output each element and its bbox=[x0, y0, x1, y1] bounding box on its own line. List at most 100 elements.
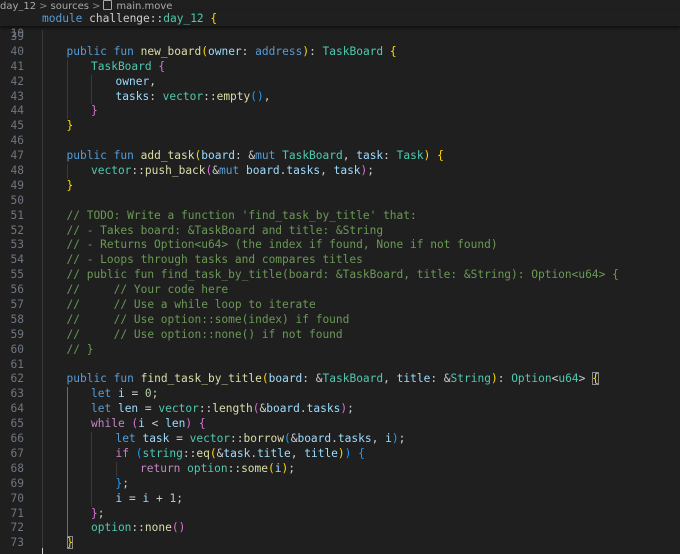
code-text: } bbox=[66, 536, 74, 551]
indent-guide bbox=[42, 59, 43, 75]
sticky-scroll-header[interactable]: 10 module challenge::day_12 { bbox=[0, 11, 680, 40]
module-brace: { bbox=[210, 12, 218, 25]
code-token: ; bbox=[347, 402, 354, 416]
code-line[interactable]: 41 TaskBoard { bbox=[0, 59, 680, 75]
code-text: }; bbox=[91, 507, 105, 522]
line-number: 47 bbox=[10, 149, 24, 163]
code-token: fun bbox=[113, 149, 141, 163]
code-line[interactable]: 48 vector::push_back(&mut board.tasks, ta… bbox=[0, 164, 680, 179]
code-text: // - Loops through tasks and compares ti… bbox=[67, 253, 363, 268]
indent-guide bbox=[42, 253, 43, 269]
line-number: 69 bbox=[10, 476, 24, 490]
code-text: return option::some(i); bbox=[140, 462, 295, 477]
code-line[interactable]: 56 // // Your code here bbox=[0, 283, 680, 299]
code-line[interactable]: 51 // TODO: Write a function 'find_task_b… bbox=[0, 208, 680, 224]
indent-guide bbox=[66, 59, 68, 75]
code-line[interactable]: 43 tasks: vector::empty(), bbox=[0, 89, 680, 105]
code-token: title bbox=[257, 446, 291, 460]
code-line[interactable]: 42 owner, bbox=[0, 74, 680, 90]
code-line[interactable]: 62 public fun find_task_by_title(board: &… bbox=[0, 372, 680, 388]
code-text: } bbox=[91, 104, 98, 119]
code-token: vector bbox=[91, 164, 132, 178]
code-line[interactable]: 52 // - Takes board: &TaskBoard and title… bbox=[0, 223, 680, 239]
code-token: eq bbox=[196, 446, 210, 460]
code-line[interactable]: 66 let task = vector::borrow(&board.tasks… bbox=[0, 432, 680, 447]
code-line[interactable]: 54 // - Loops through tasks and compares … bbox=[0, 253, 680, 269]
code-line[interactable]: 71}; bbox=[0, 506, 680, 522]
code-token: = bbox=[169, 432, 190, 446]
code-line[interactable]: 70 i = i + 1; bbox=[0, 491, 680, 507]
code-token: TaskBoard bbox=[322, 44, 384, 58]
code-token: { bbox=[592, 372, 599, 386]
indent-guide bbox=[66, 417, 68, 433]
code-token: board bbox=[245, 164, 280, 178]
code-line[interactable]: 60 // } bbox=[0, 342, 680, 358]
code-line[interactable]: 69}; bbox=[0, 476, 680, 492]
breadcrumb-folder-sources[interactable]: sources bbox=[51, 1, 89, 11]
indent-guide bbox=[66, 476, 68, 492]
code-token: { bbox=[198, 417, 206, 431]
code-token: String bbox=[450, 372, 491, 386]
indent-guide bbox=[91, 446, 92, 462]
code-line[interactable]: 55 // public fun find_task_by_title(board… bbox=[0, 268, 680, 284]
code-line[interactable]: 61 bbox=[0, 357, 680, 373]
sticky-code-text: module challenge::day_12 { bbox=[42, 12, 218, 25]
code-text: } bbox=[67, 119, 74, 134]
code-token: tasks bbox=[115, 89, 150, 103]
code-line[interactable]: 64 let len = vector::length(&board.tasks)… bbox=[0, 402, 680, 418]
code-line[interactable]: 40 public fun new_board(owner: address): … bbox=[0, 44, 680, 60]
code-line[interactable]: 44} bbox=[0, 104, 680, 120]
code-text: }; bbox=[116, 477, 130, 492]
indent-guide bbox=[42, 327, 43, 343]
indent-guide bbox=[42, 149, 43, 165]
line-number: 58 bbox=[10, 312, 24, 326]
code-token: 0 bbox=[144, 387, 152, 401]
code-line[interactable]: 58 // // Use option::some(index) if found bbox=[0, 312, 680, 328]
code-token: // - Loops through tasks and compares ti… bbox=[66, 253, 363, 267]
code-line[interactable]: 39 bbox=[0, 30, 680, 45]
line-number: 44 bbox=[10, 104, 24, 118]
indent-guide bbox=[91, 461, 92, 477]
code-line[interactable]: 59 // // Use option::none() if not found bbox=[0, 327, 680, 343]
code-token: board bbox=[201, 149, 235, 163]
code-editor[interactable]: 39 40 public fun new_board(owner: address)… bbox=[0, 30, 680, 552]
indent-guide bbox=[66, 432, 68, 447]
indent-guide bbox=[42, 372, 43, 388]
code-token: i bbox=[117, 387, 125, 401]
code-line[interactable]: 50 bbox=[0, 193, 680, 209]
indent-guide bbox=[42, 432, 43, 447]
code-line[interactable]: 46 bbox=[0, 134, 680, 150]
code-line[interactable]: 67 if (string::eq(&task.title, title)) { bbox=[0, 446, 680, 462]
breadcrumb-file-main-move[interactable]: main.move bbox=[116, 1, 172, 11]
code-token: fun bbox=[113, 372, 141, 386]
code-token: let bbox=[91, 402, 118, 416]
code-line[interactable]: 68 return option::some(i); bbox=[0, 461, 680, 477]
code-token: public bbox=[66, 372, 114, 386]
indent-guide bbox=[91, 432, 92, 447]
code-line[interactable]: 57 // // Use a while loop to iterate bbox=[0, 298, 680, 313]
code-line[interactable]: 63 let i = 0; bbox=[0, 387, 680, 403]
line-number: 56 bbox=[10, 283, 24, 297]
code-token: , bbox=[320, 164, 334, 178]
code-line[interactable]: 49} bbox=[0, 178, 680, 194]
code-line[interactable]: 73} bbox=[0, 536, 680, 552]
code-token: title bbox=[304, 446, 338, 460]
code-token: // // Use a while loop to iterate bbox=[66, 298, 316, 312]
code-line[interactable]: 72 option::none() bbox=[0, 521, 680, 537]
code-text: while (i < len) { bbox=[91, 417, 206, 432]
code-token: i bbox=[138, 417, 145, 431]
code-token: length bbox=[212, 402, 253, 416]
sticky-line[interactable]: 10 module challenge::day_12 { bbox=[0, 11, 680, 40]
code-line[interactable]: 53 // - Returns Option<u64> (the index if… bbox=[0, 238, 680, 254]
breadcrumb-separator: > bbox=[39, 1, 48, 11]
code-line[interactable]: 47 public fun add_task(board: &mut TaskBo… bbox=[0, 149, 680, 165]
code-token: , bbox=[263, 89, 271, 103]
code-text: tasks: vector::empty(), bbox=[116, 90, 271, 105]
code-token: // // Use option::some(index) if found bbox=[66, 312, 350, 326]
breadcrumb-folder-day-12[interactable]: day_12 bbox=[0, 1, 36, 11]
indent-guide bbox=[42, 164, 43, 179]
code-token: TaskBoard bbox=[322, 372, 384, 386]
code-line[interactable]: 65 while (i < len) { bbox=[0, 417, 680, 433]
indent-guide bbox=[66, 521, 68, 537]
code-line[interactable]: 45} bbox=[0, 119, 680, 135]
